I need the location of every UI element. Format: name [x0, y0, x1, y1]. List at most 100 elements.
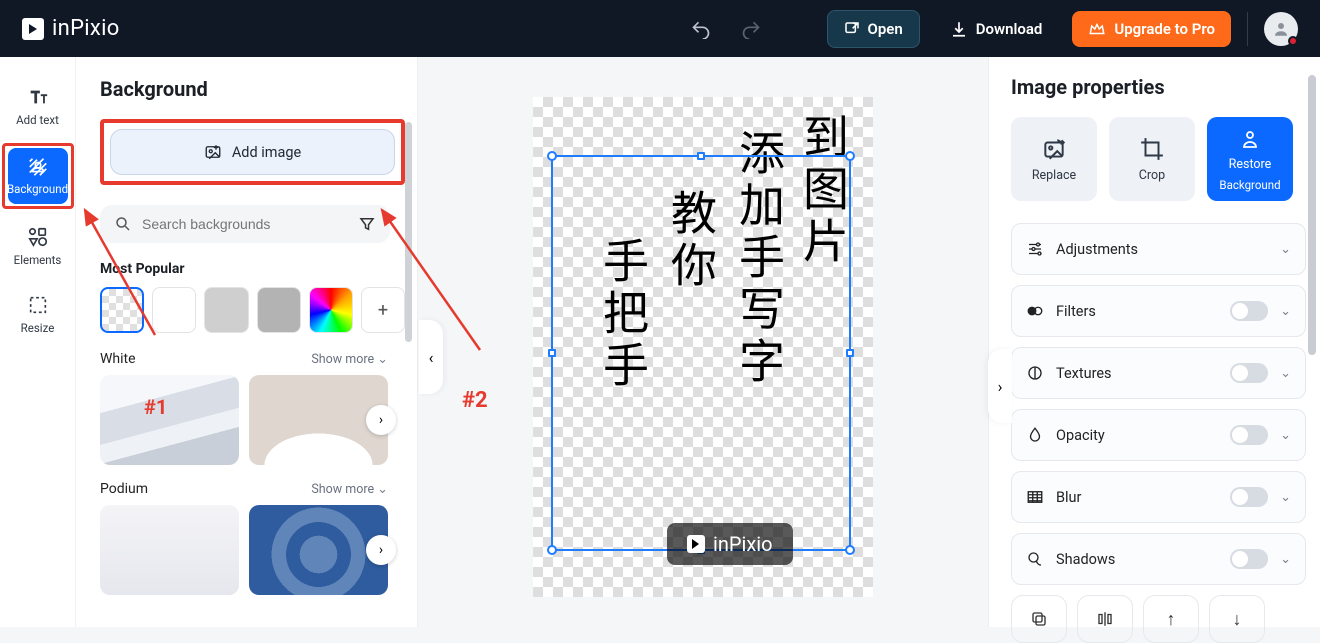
- search-icon: [114, 215, 132, 233]
- most-popular-label: Most Popular: [100, 261, 405, 277]
- rail-background[interactable]: Background: [8, 148, 68, 204]
- props-title: Image properties: [1011, 75, 1306, 99]
- thumb-podium-1[interactable]: [100, 505, 239, 595]
- opacity-label: Opacity: [1056, 427, 1105, 444]
- swatch-gray[interactable]: [257, 287, 301, 333]
- open-icon: [844, 21, 860, 37]
- crop-button[interactable]: Crop: [1109, 117, 1195, 201]
- shadows-label: Shadows: [1056, 551, 1115, 568]
- show-more-white[interactable]: Show more⌄: [311, 352, 388, 367]
- selection-handle[interactable]: [548, 349, 556, 357]
- blur-icon: [1026, 488, 1044, 506]
- filters-label: Filters: [1056, 303, 1096, 320]
- text-icon: [27, 86, 49, 108]
- adjustments-row[interactable]: Adjustments ⌄: [1011, 223, 1306, 275]
- bring-forward-button[interactable]: ↑: [1143, 595, 1199, 643]
- filter-icon[interactable]: [358, 215, 376, 233]
- account-avatar[interactable]: [1264, 12, 1298, 46]
- replace-button[interactable]: Replace: [1011, 117, 1097, 201]
- flip-button[interactable]: [1077, 595, 1133, 643]
- restore-background-button[interactable]: Restore Background: [1207, 117, 1293, 201]
- download-button[interactable]: Download: [934, 11, 1059, 47]
- selection-handle[interactable]: [845, 545, 855, 555]
- textures-toggle[interactable]: [1230, 363, 1268, 383]
- rail-resize[interactable]: Resize: [6, 283, 70, 345]
- send-backward-button[interactable]: ↓: [1209, 595, 1265, 643]
- canvas-area[interactable]: 到图片 添加手写字 教你 手把手 inPixio: [418, 57, 988, 627]
- adjustments-icon: [1026, 240, 1044, 258]
- filters-icon: [1026, 302, 1044, 320]
- canvas-selection[interactable]: [551, 155, 851, 551]
- panel-title: Background: [100, 77, 405, 101]
- selection-handle[interactable]: [547, 151, 557, 161]
- download-label: Download: [976, 20, 1043, 38]
- open-button[interactable]: Open: [827, 10, 920, 48]
- canvas-board[interactable]: 到图片 添加手写字 教你 手把手 inPixio: [533, 97, 873, 597]
- thumb-white-1[interactable]: [100, 375, 239, 465]
- annotation-box-add-image: Add image: [100, 119, 405, 185]
- shadows-toggle[interactable]: [1230, 549, 1268, 569]
- undo-button[interactable]: [683, 11, 719, 47]
- blur-row[interactable]: Blur ⌄: [1011, 471, 1306, 523]
- canvas-watermark: inPixio: [667, 523, 793, 565]
- rail-label: Add text: [16, 113, 59, 127]
- elements-icon: [27, 226, 49, 248]
- rail-label: Resize: [21, 321, 55, 335]
- swatch-transparent[interactable]: [100, 287, 144, 333]
- add-image-icon: [204, 143, 222, 161]
- opacity-row[interactable]: Opacity ⌄: [1011, 409, 1306, 461]
- category-podium-label: Podium: [100, 481, 148, 497]
- add-image-button[interactable]: Add image: [110, 129, 395, 175]
- thumb-podium-next[interactable]: ›: [366, 535, 396, 565]
- swatch-white[interactable]: [152, 287, 196, 333]
- category-white-label: White: [100, 351, 136, 367]
- replace-label: Replace: [1032, 168, 1076, 183]
- search-backgrounds[interactable]: [100, 205, 390, 243]
- background-icon: [27, 156, 49, 178]
- props-collapse-button[interactable]: ›: [988, 349, 1012, 423]
- panel-scrollbar[interactable]: [405, 122, 412, 342]
- download-icon: [950, 20, 968, 38]
- user-icon: [1272, 20, 1290, 38]
- watermark-text: inPixio: [713, 532, 773, 556]
- open-label: Open: [868, 20, 903, 38]
- selection-handle[interactable]: [845, 151, 855, 161]
- selection-handle[interactable]: [697, 152, 705, 160]
- rail-elements[interactable]: Elements: [6, 215, 70, 277]
- textures-row[interactable]: Textures ⌄: [1011, 347, 1306, 399]
- resize-icon: [27, 294, 49, 316]
- blur-toggle[interactable]: [1230, 487, 1268, 507]
- swatch-color-picker[interactable]: [309, 287, 353, 333]
- rail-add-text[interactable]: Add text: [6, 75, 70, 137]
- redo-button[interactable]: [733, 11, 769, 47]
- copy-button[interactable]: [1011, 595, 1067, 643]
- most-popular-row: +: [100, 287, 405, 333]
- shadows-icon: [1026, 550, 1044, 568]
- shadows-row[interactable]: Shadows ⌄: [1011, 533, 1306, 585]
- search-input[interactable]: [142, 216, 348, 232]
- upgrade-label: Upgrade to Pro: [1114, 20, 1215, 38]
- selection-handle[interactable]: [846, 349, 854, 357]
- restore-icon: [1238, 127, 1262, 151]
- swatch-light-gray[interactable]: [204, 287, 248, 333]
- background-panel: Background Add image Most Popular + Whit…: [76, 57, 418, 627]
- show-more-podium[interactable]: Show more⌄: [311, 482, 388, 497]
- opacity-toggle[interactable]: [1230, 425, 1268, 445]
- thumb-white-next[interactable]: ›: [366, 405, 396, 435]
- filters-toggle[interactable]: [1230, 301, 1268, 321]
- panel-collapse-button[interactable]: ‹: [419, 320, 443, 394]
- app-logo[interactable]: inPixio: [22, 16, 120, 41]
- topbar: inPixio Open Download Upgrade to Pro: [0, 0, 1320, 57]
- rail-label: Background: [7, 182, 68, 196]
- upgrade-button[interactable]: Upgrade to Pro: [1072, 11, 1231, 47]
- selection-handle[interactable]: [547, 545, 557, 555]
- swatch-add[interactable]: +: [361, 287, 405, 333]
- textures-label: Textures: [1056, 365, 1112, 382]
- props-scrollbar[interactable]: [1308, 75, 1316, 355]
- add-image-label: Add image: [232, 144, 301, 161]
- filters-row[interactable]: Filters ⌄: [1011, 285, 1306, 337]
- replace-icon: [1041, 136, 1067, 162]
- notification-dot: [1288, 36, 1298, 46]
- textures-icon: [1026, 364, 1044, 382]
- play-icon: [687, 535, 705, 553]
